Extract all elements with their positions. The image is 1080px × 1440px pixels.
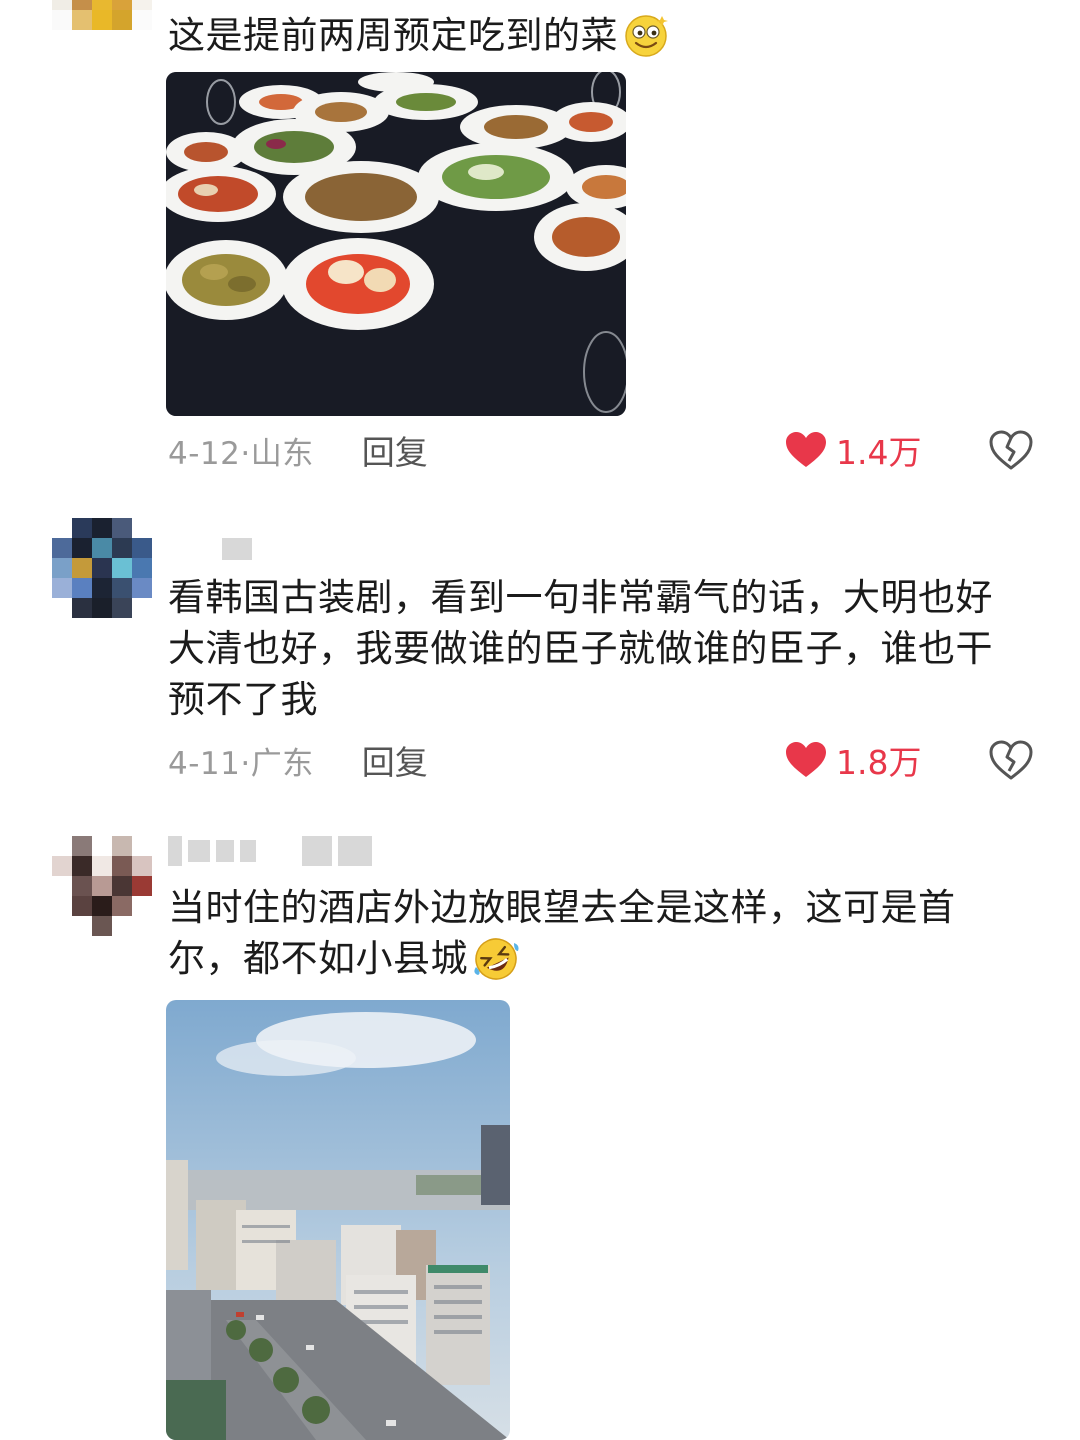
comment-date-location: 4-11·广东 xyxy=(168,745,314,782)
rolling-laughing-emoji-icon xyxy=(474,938,519,980)
comment-meta: 4-11·广东 回复 xyxy=(168,738,428,782)
comment-date-location: 4-12·山东 xyxy=(168,435,314,472)
heart-icon xyxy=(786,432,826,467)
comment-text-content: 当时住的酒店外边放眼望去全是这样，这可是首尔，都不如小县城 xyxy=(168,886,956,980)
city-view-photo[interactable] xyxy=(166,1000,510,1440)
comment-text-content: 这是提前两周预定吃到的菜 xyxy=(168,14,618,57)
reply-button[interactable]: 回复 xyxy=(362,736,428,784)
like-button[interactable]: 1.4万 xyxy=(784,428,921,472)
username-redacted[interactable] xyxy=(222,534,252,564)
food-table-photo[interactable] xyxy=(166,72,626,416)
comment-item: 当时住的酒店外边放眼望去全是这样，这可是首尔，都不如小县城 xyxy=(0,830,1080,1440)
avatar[interactable] xyxy=(52,836,152,936)
username-redacted[interactable] xyxy=(168,836,372,866)
smiling-star-emoji-icon xyxy=(625,15,668,57)
comment-text: 这是提前两周预定吃到的菜 xyxy=(168,10,1018,61)
avatar[interactable] xyxy=(52,518,152,618)
like-count: 1.8万 xyxy=(836,743,922,782)
heart-icon xyxy=(786,742,826,777)
like-button[interactable]: 1.8万 xyxy=(784,738,921,782)
comment-meta: 4-12·山东 回复 xyxy=(168,428,428,472)
comment-item: 这是提前两周预定吃到的菜 4-12·山东 回复 1.4万 xyxy=(0,0,1080,500)
broken-heart-icon[interactable] xyxy=(988,738,1034,782)
reply-button[interactable]: 回复 xyxy=(362,426,428,474)
avatar[interactable] xyxy=(52,0,152,50)
food-table-image xyxy=(166,72,626,416)
city-view-image xyxy=(166,1000,510,1440)
comment-text: 看韩国古装剧，看到一句非常霸气的话，大明也好大清也好，我要做谁的臣子就做谁的臣子… xyxy=(168,576,993,721)
broken-heart-icon[interactable] xyxy=(988,428,1034,472)
comment-item: 看韩国古装剧，看到一句非常霸气的话，大明也好大清也好，我要做谁的臣子就做谁的臣子… xyxy=(0,510,1080,810)
comment-list: 这是提前两周预定吃到的菜 4-12·山东 回复 1.4万 看韩国古装剧，看到一句… xyxy=(0,0,1080,1440)
comment-text: 当时住的酒店外边放眼望去全是这样，这可是首尔，都不如小县城 xyxy=(168,882,1018,984)
like-count: 1.4万 xyxy=(836,433,922,472)
